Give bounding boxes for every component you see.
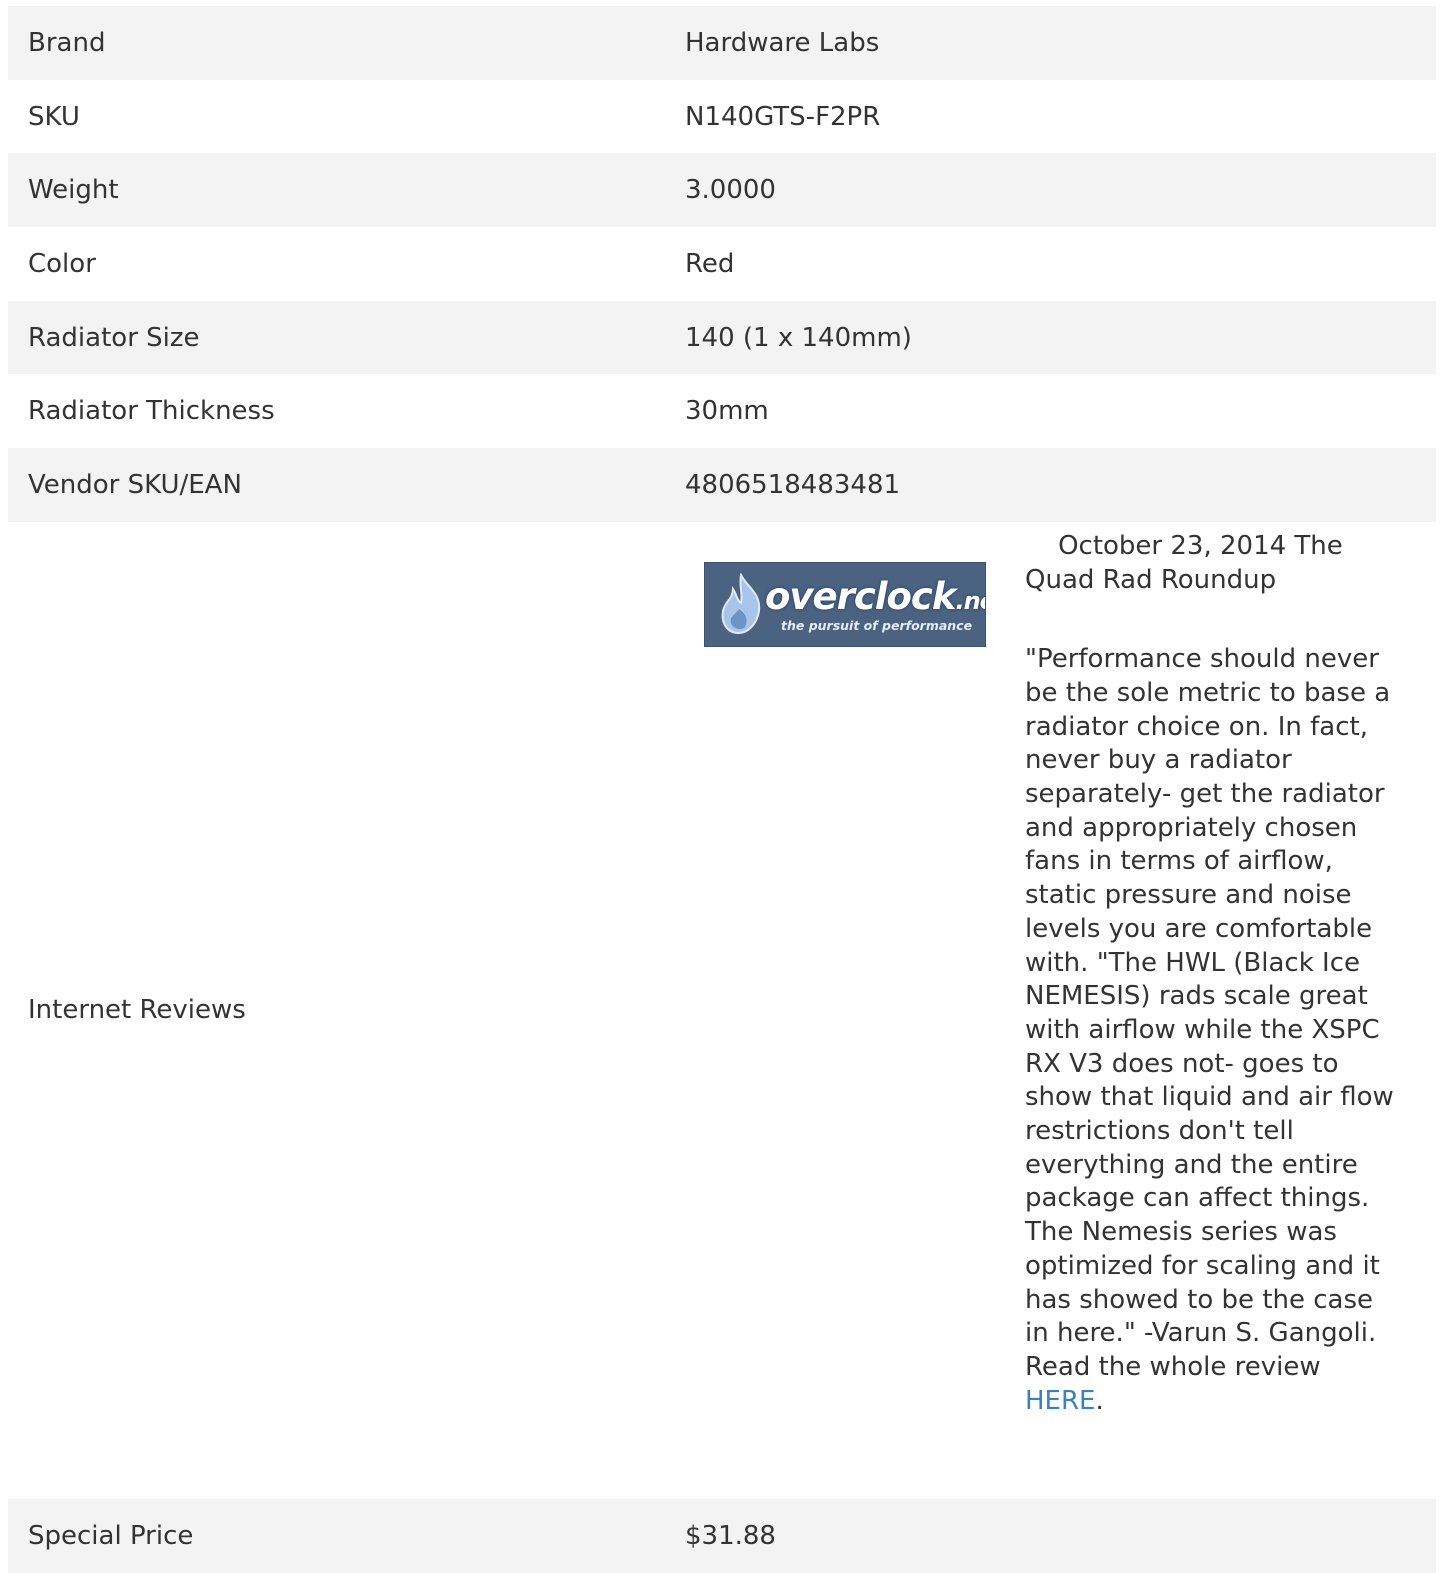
spec-row-brand: Brand Hardware Labs (8, 6, 1436, 80)
spec-label: Brand (28, 27, 106, 58)
review-content: overclock.net the pursuit of performance… (685, 522, 1436, 1499)
spec-value: 30mm (685, 396, 769, 427)
spec-value: 4806518483481 (685, 469, 901, 500)
spec-row-color: Color Red (8, 227, 1436, 301)
review-text: October 23, 2014 The Quad Rad Roundup "P… (1025, 530, 1400, 1419)
spec-row-radiator-thickness: Radiator Thickness 30mm (8, 374, 1436, 448)
spec-value: 3.0000 (685, 175, 776, 206)
spec-label: Vendor SKU/EAN (28, 469, 242, 500)
spec-label: Radiator Size (28, 322, 200, 353)
spec-value: 140 (1 x 140mm) (685, 322, 912, 353)
spec-value: Hardware Labs (685, 27, 880, 58)
spec-label: Radiator Thickness (28, 396, 275, 427)
logo-wordmark: overclock.net (765, 574, 985, 618)
review-heading: October 23, 2014 The Quad Rad Roundup (1025, 530, 1343, 595)
product-specs-table: Brand Hardware Labs SKU N140GTS-F2PR Wei… (8, 6, 1436, 1573)
spec-row-sku: SKU N140GTS-F2PR (8, 80, 1436, 154)
review-link[interactable]: HERE (1025, 1386, 1095, 1416)
special-price-value: $31.88 (685, 1520, 776, 1551)
spec-label: Internet Reviews (28, 995, 246, 1026)
spec-label: Special Price (28, 1520, 194, 1551)
review-quote: "Performance should never be the sole me… (1025, 644, 1394, 1416)
spec-row-vendor-sku: Vendor SKU/EAN 4806518483481 (8, 448, 1436, 522)
overclock-logo: overclock.net the pursuit of performance (704, 561, 986, 647)
spec-label: Color (28, 248, 96, 279)
spec-label: Weight (28, 175, 119, 206)
spec-row-internet-reviews: Internet Reviews overclock.net the pursu… (8, 521, 1436, 1499)
spec-row-weight: Weight 3.0000 (8, 153, 1436, 228)
review-spacer (1025, 597, 1400, 643)
spec-value: N140GTS-F2PR (685, 101, 881, 132)
spec-row-special-price: Special Price $31.88 (8, 1498, 1436, 1573)
spec-label: SKU (28, 101, 80, 132)
flame-icon (721, 572, 761, 634)
spec-value: Red (685, 248, 735, 279)
spec-row-radiator-size: Radiator Size 140 (1 x 140mm) (8, 300, 1436, 375)
logo-tagline: the pursuit of performance (781, 617, 973, 633)
